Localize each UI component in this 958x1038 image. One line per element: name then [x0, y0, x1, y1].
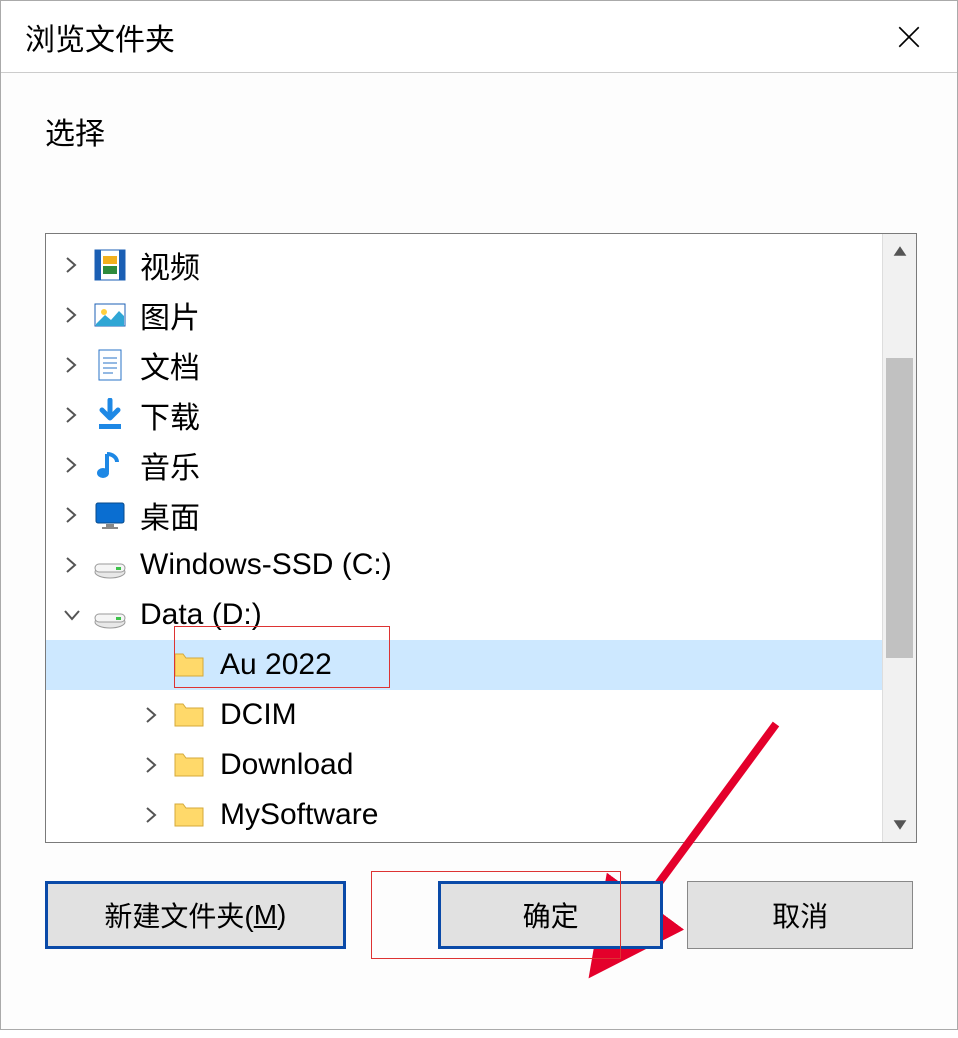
folder-icon: [172, 747, 208, 783]
desktop-icon: [92, 497, 128, 533]
button-row: 新建文件夹(M) 确定 取消: [1, 843, 957, 989]
ok-button[interactable]: 确定: [438, 881, 664, 949]
chevron-right-icon[interactable]: [138, 701, 166, 729]
tree-item-downloads[interactable]: 下载: [46, 390, 882, 440]
chevron-right-icon[interactable]: [138, 751, 166, 779]
music-icon: [92, 447, 128, 483]
cancel-button[interactable]: 取消: [687, 881, 913, 949]
folder-icon: [172, 797, 208, 833]
document-icon: [92, 347, 128, 383]
tree-item-docs[interactable]: 文档: [46, 340, 882, 390]
new-folder-label: 新建文件夹(: [104, 895, 253, 935]
pictures-icon: [92, 297, 128, 333]
expander-spacer: [138, 651, 166, 679]
tree-item-label: DCIM: [220, 698, 297, 732]
ok-label: 确定: [523, 895, 579, 935]
scroll-thumb[interactable]: [886, 358, 913, 658]
tree-item-label: 视频: [140, 243, 200, 287]
tree-item-au2022[interactable]: Au 2022: [46, 640, 882, 690]
tree-item-download2[interactable]: Download: [46, 740, 882, 790]
scroll-up-button[interactable]: [883, 234, 916, 268]
new-folder-button[interactable]: 新建文件夹(M): [45, 881, 346, 949]
tree-item-label: 图片: [140, 293, 200, 337]
chevron-right-icon[interactable]: [58, 301, 86, 329]
prompt-area: 选择: [1, 73, 957, 173]
tree-item-dcim[interactable]: DCIM: [46, 690, 882, 740]
chevron-down-icon[interactable]: [58, 601, 86, 629]
tree-item-label: 音乐: [140, 443, 200, 487]
folder-icon: [172, 647, 208, 683]
tree-item-label: 桌面: [140, 493, 200, 537]
folder-tree-container: 视频图片文档下载音乐桌面 Windows-SSD (C:) Data (D:) Au …: [45, 233, 917, 843]
tree-item-videos[interactable]: 视频: [46, 240, 882, 290]
titlebar: 浏览文件夹: [1, 1, 957, 73]
chevron-right-icon[interactable]: [138, 801, 166, 829]
tree-item-drive-d[interactable]: Data (D:): [46, 590, 882, 640]
video-icon: [92, 247, 128, 283]
scroll-down-button[interactable]: [883, 808, 916, 842]
folder-icon: [172, 697, 208, 733]
folder-tree[interactable]: 视频图片文档下载音乐桌面 Windows-SSD (C:) Data (D:) Au …: [46, 234, 882, 842]
chevron-right-icon[interactable]: [58, 401, 86, 429]
tree-item-label: 文档: [140, 343, 200, 387]
dialog-title: 浏览文件夹: [25, 15, 175, 59]
tree-item-drive-c[interactable]: Windows-SSD (C:): [46, 540, 882, 590]
drive-icon: [92, 547, 128, 583]
tree-item-label: 下载: [140, 393, 200, 437]
download-icon: [92, 397, 128, 433]
tree-item-label: MySoftware: [220, 798, 378, 832]
chevron-right-icon[interactable]: [58, 501, 86, 529]
tree-item-label: Windows-SSD (C:): [140, 548, 392, 582]
chevron-right-icon[interactable]: [58, 251, 86, 279]
scrollbar[interactable]: [882, 234, 916, 842]
chevron-right-icon[interactable]: [58, 551, 86, 579]
tree-item-label: Au 2022: [220, 648, 332, 682]
tree-item-desktop[interactable]: 桌面: [46, 490, 882, 540]
tree-item-label: Download: [220, 748, 353, 782]
cancel-label: 取消: [772, 895, 828, 935]
close-button[interactable]: [885, 13, 933, 61]
chevron-right-icon[interactable]: [58, 451, 86, 479]
tree-item-pictures[interactable]: 图片: [46, 290, 882, 340]
browse-folder-dialog: 浏览文件夹 选择 视频图片文档下载音乐桌面 Windows-SSD (C:) Dat…: [0, 0, 958, 1030]
prompt-label: 选择: [45, 118, 105, 151]
tree-item-label: Data (D:): [140, 598, 262, 632]
tree-item-music[interactable]: 音乐: [46, 440, 882, 490]
drive-icon: [92, 597, 128, 633]
close-icon: [896, 24, 922, 50]
chevron-right-icon[interactable]: [58, 351, 86, 379]
scroll-track[interactable]: [883, 268, 916, 808]
tree-item-mysoft[interactable]: MySoftware: [46, 790, 882, 840]
new-folder-hotkey: M: [254, 899, 277, 931]
